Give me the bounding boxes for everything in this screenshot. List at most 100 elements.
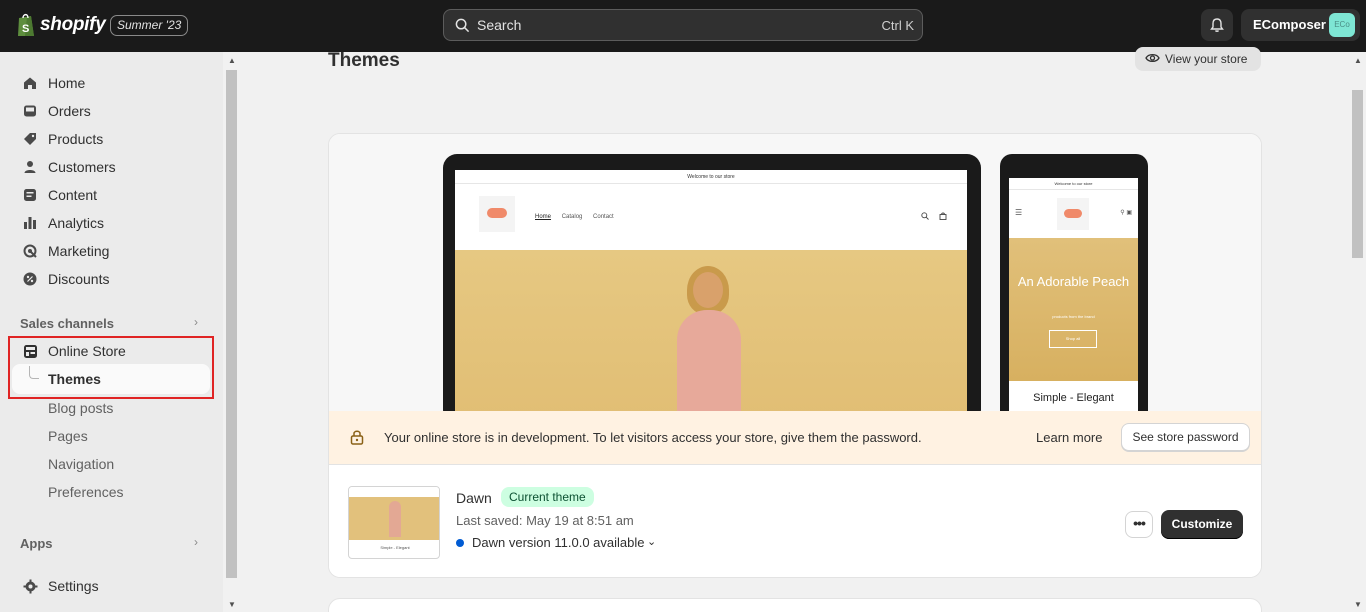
edition-badge[interactable]: Summer '23 xyxy=(110,15,189,36)
home-icon xyxy=(22,75,38,91)
peach-logo-icon xyxy=(1057,198,1089,230)
sidebar-item-content[interactable]: Content xyxy=(12,181,212,209)
top-bar: S shopify Summer '23 Search Ctrl K EComp… xyxy=(0,0,1366,52)
mobile-hero: An Adorable Peach products from the bran… xyxy=(1009,238,1138,381)
site-nav-item: Contact xyxy=(593,214,614,220)
person-icon xyxy=(22,159,38,175)
shopify-bag-icon: S xyxy=(18,13,34,36)
last-saved-text: Last saved: May 19 at 8:51 am xyxy=(456,513,634,528)
logo-text: shopify xyxy=(40,14,106,35)
theme-name: Dawn xyxy=(456,490,492,506)
discount-icon xyxy=(22,271,38,287)
mobile-hero-button: Shop all xyxy=(1049,330,1097,348)
sidebar-scrollbar[interactable]: ▲ ▼ xyxy=(223,52,240,612)
chevron-right-icon[interactable]: › xyxy=(194,535,198,549)
mobile-header: ☰ ⚲ ▣ xyxy=(1009,190,1138,238)
desktop-preview: Welcome to our store Home Catalog Contac… xyxy=(443,154,981,424)
chevron-right-icon[interactable]: › xyxy=(194,315,198,329)
page-title: Themes xyxy=(328,50,400,71)
cart-icon xyxy=(939,212,947,220)
store-avatar: ECo xyxy=(1329,13,1355,37)
development-banner: Your online store is in development. To … xyxy=(329,411,1261,464)
sidebar-item-marketing[interactable]: Marketing xyxy=(12,237,212,265)
site-nav-item: Home xyxy=(535,214,552,220)
sidebar-item-blog-posts[interactable]: Blog posts xyxy=(48,400,113,416)
theme-thumbnail[interactable]: Simple - Elegant xyxy=(348,486,440,559)
sidebar: Home Orders Products Customers Content A… xyxy=(0,52,223,612)
thumbnail-caption: Simple - Elegant xyxy=(380,545,410,550)
menu-icon: ☰ xyxy=(1015,208,1023,217)
search-icon xyxy=(921,212,929,220)
main-scrollbar[interactable]: ▲ ▼ xyxy=(1349,52,1366,612)
highlight-box xyxy=(8,336,214,399)
sidebar-item-analytics[interactable]: Analytics xyxy=(12,209,212,237)
search-input[interactable]: Search Ctrl K xyxy=(443,9,923,41)
announcement-bar: Welcome to our store xyxy=(455,170,967,184)
site-header-icons xyxy=(921,212,947,222)
sidebar-item-label: Settings xyxy=(48,578,99,594)
site-nav-item: Catalog xyxy=(561,214,583,220)
lock-icon xyxy=(350,430,364,445)
bar-chart-icon xyxy=(22,215,38,231)
hero-image xyxy=(455,250,967,420)
sidebar-item-navigation[interactable]: Navigation xyxy=(48,456,114,472)
svg-text:S: S xyxy=(22,23,29,35)
update-dot-icon xyxy=(456,539,464,547)
view-store-button[interactable]: View your store xyxy=(1135,47,1261,71)
search-icon xyxy=(455,18,470,33)
sidebar-item-label: Content xyxy=(48,187,98,203)
theme-card: Welcome to our store Home Catalog Contac… xyxy=(328,133,1262,578)
scroll-up-arrow-icon[interactable]: ▲ xyxy=(228,56,236,65)
sidebar-item-label: Products xyxy=(48,131,104,147)
notifications-button[interactable] xyxy=(1201,9,1233,41)
mobile-caption: Simple - Elegant xyxy=(1033,392,1114,404)
mobile-preview: Welcome to our store ☰ ⚲ ▣ An Adorable P… xyxy=(1000,154,1148,424)
sidebar-item-home[interactable]: Home xyxy=(12,69,212,97)
theme-library-card xyxy=(328,598,1262,612)
learn-more-link[interactable]: Learn more xyxy=(1036,430,1102,445)
scrollbar-thumb[interactable] xyxy=(1352,90,1363,258)
target-icon xyxy=(22,243,38,259)
search-shortcut: Ctrl K xyxy=(881,18,915,33)
tag-icon xyxy=(22,131,38,147)
mobile-hero-title: An Adorable Peach xyxy=(1017,274,1130,289)
sidebar-item-label: Home xyxy=(48,75,86,91)
banner-text: Your online store is in development. To … xyxy=(384,430,922,445)
view-store-label: View your store xyxy=(1165,52,1248,66)
sidebar-item-customers[interactable]: Customers xyxy=(12,153,212,181)
customize-button[interactable]: Customize xyxy=(1161,510,1243,539)
scroll-down-arrow-icon[interactable]: ▼ xyxy=(1354,600,1362,609)
shopify-logo[interactable]: S shopify xyxy=(16,12,106,38)
sidebar-item-pages[interactable]: Pages xyxy=(48,428,88,444)
sidebar-item-label: Marketing xyxy=(48,243,110,259)
announcement-bar: Welcome to our store xyxy=(1009,178,1138,190)
eye-icon xyxy=(1145,53,1160,63)
store-menu-button[interactable]: EComposer ECo xyxy=(1241,9,1360,41)
sidebar-item-discounts[interactable]: Discounts xyxy=(12,265,212,293)
inbox-icon xyxy=(22,103,38,119)
more-actions-button[interactable]: ••• xyxy=(1125,511,1153,538)
sidebar-item-label: Orders xyxy=(48,103,91,119)
sidebar-item-label: Discounts xyxy=(48,271,110,287)
scroll-down-arrow-icon[interactable]: ▼ xyxy=(228,600,236,609)
mobile-header-icons: ⚲ ▣ xyxy=(1120,210,1132,216)
scrollbar-thumb[interactable] xyxy=(226,70,237,578)
theme-preview[interactable]: Welcome to our store Home Catalog Contac… xyxy=(329,134,1261,424)
mobile-hero-sub: products from the brand xyxy=(1052,314,1095,319)
sales-channels-heading[interactable]: Sales channels xyxy=(20,316,114,331)
scroll-up-arrow-icon[interactable]: ▲ xyxy=(1354,56,1362,65)
current-theme-row: Simple - Elegant Dawn Current theme Last… xyxy=(329,464,1261,577)
sidebar-item-settings[interactable]: Settings xyxy=(12,572,212,600)
chevron-down-icon[interactable]: ⌄ xyxy=(647,535,656,548)
sidebar-item-products[interactable]: Products xyxy=(12,125,212,153)
sidebar-item-preferences[interactable]: Preferences xyxy=(48,484,123,500)
sidebar-item-label: Analytics xyxy=(48,215,105,231)
gear-icon xyxy=(22,578,38,594)
apps-heading[interactable]: Apps xyxy=(20,536,53,551)
version-available-text[interactable]: Dawn version 11.0.0 available xyxy=(472,535,644,550)
sidebar-item-orders[interactable]: Orders xyxy=(12,97,212,125)
sidebar-item-label: Customers xyxy=(48,159,116,175)
site-header: Home Catalog Contact xyxy=(455,184,967,250)
search-placeholder: Search xyxy=(477,17,522,33)
see-store-password-button[interactable]: See store password xyxy=(1121,423,1250,451)
